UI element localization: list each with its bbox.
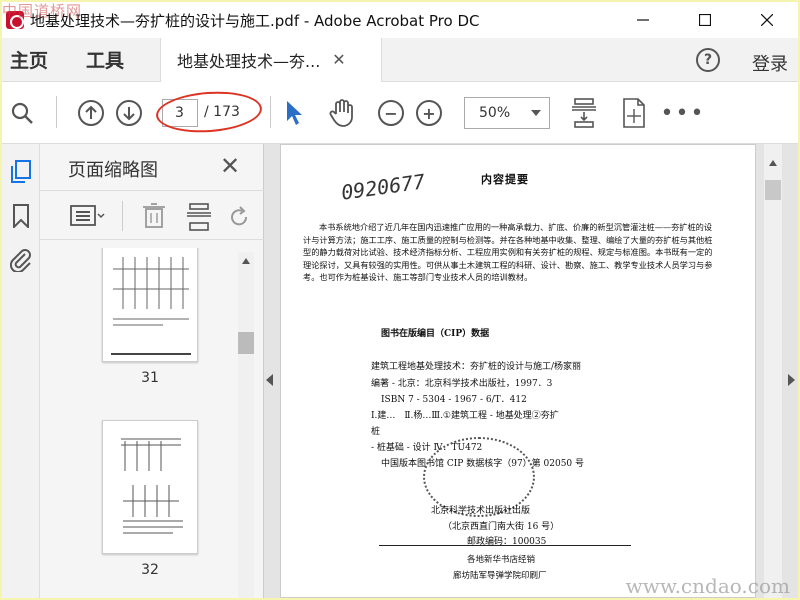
cip-line: 桩 bbox=[371, 427, 381, 437]
scroll-mode-button[interactable] bbox=[568, 82, 600, 144]
search-button[interactable] bbox=[6, 82, 38, 144]
minus-icon: − bbox=[378, 100, 404, 126]
thumbnail-list: 31 32 bbox=[40, 248, 240, 598]
cip-line: 建筑工程地基处理技术：夯扩桩的设计与施工/杨家丽 bbox=[371, 362, 582, 372]
pdf-page: 0920677 内容提要 本书系统地介绍了近几年在国内迅速推广应用的一种高承载力… bbox=[280, 144, 756, 598]
tab-bar: 主页 工具 地基处理技术—夯... ✕ ? 登录 bbox=[2, 37, 798, 82]
cip-line: ISBN 7 - 5304 - 1967 - 6/T．412 bbox=[381, 395, 527, 405]
arrow-down-circle-icon bbox=[116, 100, 142, 126]
search-icon bbox=[11, 102, 33, 124]
title-bar: 地基处理技术—夯扩桩的设计与施工.pdf - Adobe Acrobat Pro… bbox=[2, 2, 798, 38]
more-icon: ••• bbox=[660, 100, 706, 126]
bookmark-icon[interactable] bbox=[10, 204, 32, 228]
cursor-arrow-icon bbox=[287, 101, 302, 125]
hand-icon bbox=[329, 99, 353, 127]
address-line: （北京西直门南大街 16 号） bbox=[443, 522, 560, 532]
hand-tool-button[interactable] bbox=[326, 82, 358, 144]
tab-tools[interactable]: 工具 bbox=[78, 46, 132, 73]
fit-page-icon bbox=[623, 98, 645, 128]
plus-icon: + bbox=[416, 100, 442, 126]
zoom-level-value: 50% bbox=[479, 105, 511, 121]
collapse-left-panel-icon[interactable] bbox=[266, 374, 273, 386]
document-scrollbar[interactable] bbox=[764, 144, 782, 598]
site-watermark-bottom: www.cndao.com bbox=[625, 574, 790, 598]
summary-paragraph: 本书系统地介绍了近几年在国内迅速推广应用的一种高承载力、扩底、价廉的新型沉管灌注… bbox=[303, 222, 713, 283]
thumbnail-panel: 页面缩略图 ✕ 31 32 bbox=[40, 144, 264, 598]
window-controls bbox=[612, 2, 798, 38]
maximize-icon bbox=[699, 14, 711, 26]
panel-title: 页面缩略图 bbox=[68, 160, 158, 181]
cip-heading: 图书在版编目（CIP）数据 bbox=[381, 329, 490, 339]
tab-home[interactable]: 主页 bbox=[2, 46, 56, 73]
scrollbar-thumb[interactable] bbox=[238, 332, 254, 354]
zoom-level-select[interactable]: 50% bbox=[464, 97, 550, 129]
more-tools-button[interactable]: ••• bbox=[661, 82, 704, 144]
panel-toolbar bbox=[40, 190, 264, 240]
login-button[interactable]: 登录 bbox=[752, 50, 788, 76]
page-thumbnail[interactable] bbox=[102, 248, 198, 362]
attachment-icon[interactable] bbox=[10, 248, 32, 272]
zoom-in-button[interactable]: + bbox=[414, 82, 444, 144]
fit-page-button[interactable] bbox=[618, 82, 650, 144]
chevron-down-icon bbox=[531, 110, 541, 116]
cip-line: 编著 - 北京：北京科学技术出版社，1997．3 bbox=[371, 379, 553, 389]
publisher-line: 北京科学技术出版社出版 bbox=[431, 506, 531, 516]
previous-page-button[interactable] bbox=[76, 82, 106, 144]
page-thumbnail[interactable] bbox=[102, 420, 198, 554]
rotate-icon[interactable] bbox=[228, 205, 252, 229]
toolbar-divider bbox=[122, 201, 123, 231]
select-tool-button[interactable] bbox=[282, 82, 306, 144]
expand-right-panel-icon[interactable] bbox=[788, 374, 795, 386]
next-page-button[interactable] bbox=[114, 82, 144, 144]
minimize-icon bbox=[637, 19, 649, 21]
close-tab-icon[interactable]: ✕ bbox=[332, 50, 345, 69]
annotation-highlight-ellipse bbox=[154, 88, 264, 136]
divider-line bbox=[379, 545, 631, 546]
scroll-up-icon[interactable] bbox=[242, 258, 250, 264]
tab-document[interactable]: 地基处理技术—夯... ✕ bbox=[160, 37, 383, 82]
thumbnail-page-label: 31 bbox=[141, 370, 159, 386]
cip-line: Ⅰ.建… Ⅱ.杨…Ⅲ.①建筑工程 - 地基处理②夯扩 bbox=[371, 411, 559, 421]
options-menu-icon[interactable] bbox=[70, 205, 106, 227]
toolbar-divider bbox=[56, 96, 57, 128]
printer-line: 廊坊陆军导弹学院印刷厂 bbox=[453, 571, 547, 581]
site-watermark-top: 中国道桥网 bbox=[2, 2, 83, 20]
window-title: 地基处理技术—夯扩桩的设计与施工.pdf - Adobe Acrobat Pro… bbox=[30, 11, 480, 30]
distributor-line: 各地新华书店经销 bbox=[467, 555, 536, 565]
minimize-button[interactable] bbox=[612, 2, 674, 38]
thumbnail-preview bbox=[121, 438, 183, 534]
close-window-button[interactable] bbox=[736, 2, 798, 38]
handwritten-annotation: 0920677 bbox=[339, 169, 427, 205]
close-icon bbox=[761, 14, 773, 26]
thumbnail-preview bbox=[111, 257, 191, 355]
delete-icon[interactable] bbox=[142, 203, 166, 229]
zoom-out-button[interactable]: − bbox=[376, 82, 406, 144]
arrow-up-circle-icon bbox=[78, 100, 104, 126]
maximize-button[interactable] bbox=[674, 2, 736, 38]
thumbnail-scrollbar[interactable] bbox=[238, 252, 254, 598]
help-icon[interactable]: ? bbox=[696, 48, 720, 72]
toolbar-divider bbox=[270, 96, 271, 128]
page-heading: 内容提要 bbox=[481, 173, 529, 186]
scrollbar-thumb[interactable] bbox=[765, 180, 781, 200]
scroll-mode-icon bbox=[572, 98, 596, 128]
navigation-rail bbox=[2, 144, 40, 598]
document-view: 0920677 内容提要 本书系统地介绍了近几年在国内迅速推广应用的一种高承载力… bbox=[264, 144, 798, 598]
toolbar: 3 / 173 − + 50% ••• bbox=[2, 82, 798, 144]
scroll-up-icon[interactable] bbox=[769, 160, 777, 166]
thumbnail-page-label: 32 bbox=[141, 562, 159, 578]
page-thumbnails-icon[interactable] bbox=[10, 160, 32, 184]
close-panel-icon[interactable]: ✕ bbox=[220, 152, 240, 180]
acrobat-window: 地基处理技术—夯扩桩的设计与施工.pdf - Adobe Acrobat Pro… bbox=[2, 2, 798, 598]
insert-page-icon[interactable] bbox=[186, 203, 212, 231]
document-tab-label: 地基处理技术—夯... bbox=[177, 51, 321, 71]
